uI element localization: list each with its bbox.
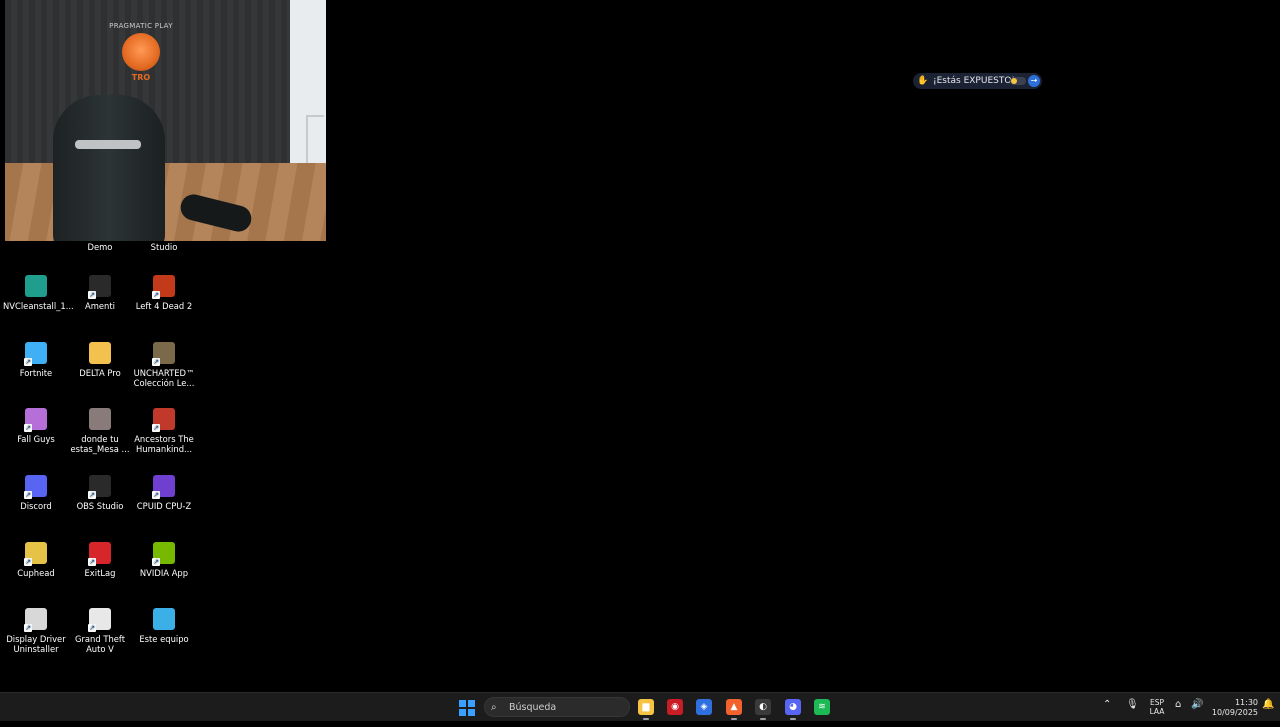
app-icon [25,275,47,297]
desktop-icon[interactable]: Studio [131,242,197,252]
network-icon[interactable]: ⌂ [1175,699,1187,727]
clock-time: 11:30 [1234,698,1258,707]
desktop-icon-label: NVCleanstall_1... [3,301,74,311]
desktop-icon-label: Discord [20,501,52,511]
lion-logo-icon [122,33,160,71]
obs-studio-icon[interactable]: ◐ [755,699,771,715]
logo-brand: PRAGMATIC PLAY [109,22,173,30]
desktop-icon[interactable]: Amenti [67,275,133,311]
notification-icon[interactable]: 🔔 [1262,699,1274,727]
exposure-toggle[interactable] [1010,77,1026,85]
app-icon [88,275,111,299]
taskbar: ⌕ Búsqueda ▆ ◉ ◈ ▲ ◐ ◕ ≋ ⌃ 🎙 ESP LAA ⌂ 🔊 11:30… [0,692,1280,721]
app-icon [24,475,47,499]
app-blue-shield-icon[interactable]: ◈ [696,699,712,715]
discord-icon[interactable]: ◕ [785,699,801,715]
arrow-right-icon[interactable]: → [1028,75,1040,87]
exposure-text: ¡Estás EXPUESTO! [933,76,1016,86]
desktop-icon-label: Studio [150,242,178,252]
desktop-icon-label: Amenti [85,301,115,311]
app-icon [24,408,47,432]
language-indicator[interactable]: ESP LAA [1148,698,1166,726]
app-icon [152,342,175,366]
start-button[interactable] [459,700,475,716]
taskbar-search[interactable]: ⌕ Búsqueda [484,697,630,717]
exposure-pill[interactable]: ✋ ¡Estás EXPUESTO! → [913,73,1042,89]
desktop-icon-label: Cuphead [17,568,55,578]
desktop-icon-label: Fortnite [19,368,53,378]
hand-icon: ✋ [917,76,929,86]
desktop-icon[interactable]: ExitLag [67,542,133,578]
desktop-icon[interactable]: CPUID CPU-Z [131,475,197,511]
app-icon [152,475,175,499]
desktop-icon[interactable]: Fortnite [3,342,69,378]
desktop-icon[interactable]: OBS Studio [67,475,133,511]
desktop-icon[interactable]: Display Driver Uninstaller [3,608,69,654]
app-icon [89,408,111,430]
chair-band [75,140,141,149]
desktop-icon[interactable]: UNCHARTED™ Colección Le... [131,342,197,388]
webcam-overlay: PRAGMATIC PLAY TRO [5,0,326,241]
desktop-icon[interactable]: Demo [67,242,133,252]
app-icon [152,408,175,432]
app-icon [24,342,47,366]
app-icon [88,475,111,499]
desktop-icon-label: CPUID CPU-Z [136,501,192,511]
desktop-icon-label: Demo [87,242,113,252]
desktop-icon[interactable]: DELTA Pro [67,342,133,378]
desktop-icon[interactable]: NVCleanstall_1... [3,275,74,311]
app-icon [88,542,111,566]
app-icon [24,542,47,566]
webcam-logo: PRAGMATIC PLAY TRO [105,22,177,82]
search-icon: ⌕ [491,701,497,713]
lang-top: ESP [1149,698,1165,707]
app-red-shield-icon[interactable]: ◉ [667,699,683,715]
app-icon [88,608,111,632]
desktop-icon-label: donde tu estas_Mesa ... [70,434,130,454]
logo-sub: TRO [131,73,151,82]
desktop-icon[interactable]: Grand Theft Auto V [67,608,133,654]
desktop-icon-label: Ancestors The Humankind... [134,434,194,454]
search-placeholder: Búsqueda [509,701,557,713]
desktop-icon-label: Grand Theft Auto V [74,634,125,654]
clock[interactable]: 11:30 10/09/2025 [1210,698,1258,726]
microphone-icon[interactable]: 🎙 [1126,699,1139,727]
clock-date: 10/09/2025 [1211,708,1258,717]
desktop-icon-label: UNCHARTED™ Colección Le... [133,368,195,388]
desktop-icon[interactable]: Cuphead [3,542,69,578]
desktop-icon-label: Display Driver Uninstaller [6,634,66,654]
app-icon [153,608,175,630]
desktop-icon[interactable]: Ancestors The Humankind... [131,408,197,454]
desktop-icon-label: NVIDIA App [139,568,189,578]
app-icon [152,275,175,299]
file-explorer-icon[interactable]: ▆ [638,699,654,715]
desktop-icon-label: Left 4 Dead 2 [135,301,193,311]
desktop-icon[interactable]: donde tu estas_Mesa ... [67,408,133,454]
app-icon [89,342,111,364]
desktop-icon[interactable]: Discord [3,475,69,511]
desktop-icon[interactable]: NVIDIA App [131,542,197,578]
desktop-icon[interactable]: Left 4 Dead 2 [131,275,197,311]
desktop-icon-label: DELTA Pro [79,368,121,378]
desktop-icon-label: Este equipo [139,634,189,644]
chevron-up-icon[interactable]: ⌃ [1103,699,1115,727]
desktop-icon[interactable]: Este equipo [131,608,197,644]
desktop-icon-label: OBS Studio [76,501,124,511]
app-icon [152,542,175,566]
desktop-icon-label: ExitLag [84,568,116,578]
chair-back [53,95,165,241]
desktop-icon-label: Fall Guys [17,434,55,444]
app-icon [24,608,47,632]
desktop-icon[interactable]: Fall Guys [3,408,69,444]
volume-icon[interactable]: 🔊 [1191,699,1203,727]
spotify-icon[interactable]: ≋ [814,699,830,715]
brave-browser-icon[interactable]: ▲ [726,699,742,715]
lang-bottom: LAA [1149,707,1165,716]
